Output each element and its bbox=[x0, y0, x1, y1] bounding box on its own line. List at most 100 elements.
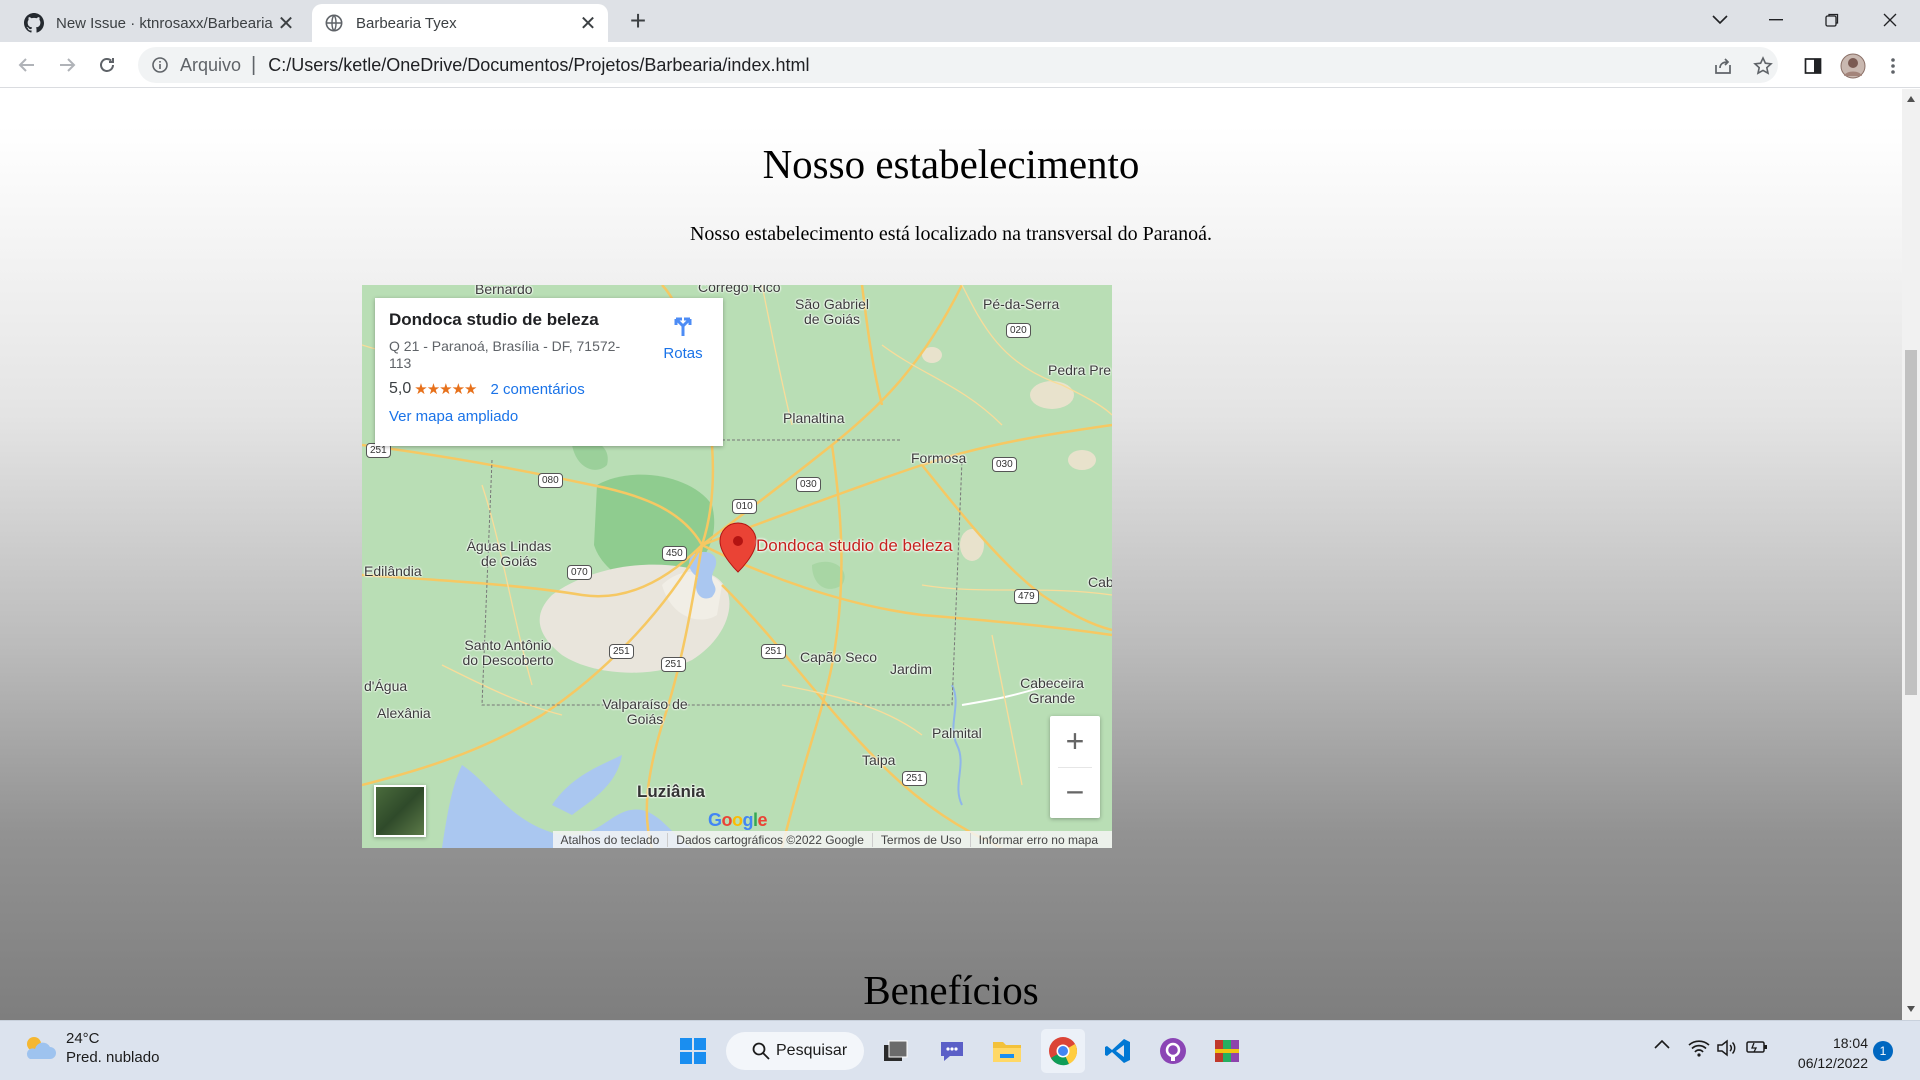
map-pin-label[interactable]: Dondoca studio de beleza bbox=[756, 536, 953, 556]
task-view-icon[interactable] bbox=[874, 1029, 918, 1073]
road-shield: 020 bbox=[1006, 323, 1031, 338]
map-place-label: Santo Antônio do Descoberto bbox=[462, 637, 554, 668]
benefits-heading: Benefícios bbox=[863, 967, 1039, 1013]
map-place-label: Alexânia bbox=[377, 705, 431, 721]
side-panel-icon[interactable] bbox=[1800, 53, 1826, 79]
road-shield: 251 bbox=[761, 644, 786, 659]
directions-label: Rotas bbox=[663, 345, 703, 362]
scrollbar-thumb[interactable] bbox=[1905, 350, 1917, 695]
road-shield: 251 bbox=[609, 644, 634, 659]
search-icon bbox=[752, 1042, 770, 1060]
search-label: Pesquisar bbox=[776, 1042, 848, 1059]
scroll-up-arrow-icon[interactable] bbox=[1905, 93, 1917, 105]
map-place-label: Cab bbox=[1088, 574, 1112, 590]
zoom-control: + − bbox=[1050, 716, 1100, 818]
road-shield: 450 bbox=[662, 546, 687, 561]
map-data-attribution: Dados cartográficos ©2022 Google bbox=[667, 832, 872, 847]
road-shield: 251 bbox=[661, 657, 686, 672]
windows-taskbar: 24°C Pred. nublado Pesquisar 18:04 06/12… bbox=[0, 1020, 1920, 1080]
close-tab-icon[interactable]: ✕ bbox=[576, 11, 600, 35]
road-shield: 030 bbox=[992, 457, 1017, 472]
map-place-label: Valparaíso de Goiás bbox=[602, 696, 688, 727]
zoom-out-button[interactable]: − bbox=[1050, 767, 1100, 818]
weather-temperature: 24°C bbox=[66, 1030, 100, 1047]
new-tab-button[interactable]: + bbox=[624, 7, 652, 36]
bookmark-star-icon[interactable] bbox=[1750, 53, 1776, 79]
show-hidden-icons-chevron-icon[interactable] bbox=[1654, 1039, 1670, 1049]
establishment-text: Nosso estabelecimento está localizado na… bbox=[689, 223, 1213, 245]
scroll-down-arrow-icon[interactable] bbox=[1905, 1003, 1917, 1015]
road-shield: 251 bbox=[902, 771, 927, 786]
keyboard-shortcuts-link[interactable]: Atalhos do teclado bbox=[553, 833, 668, 847]
embedded-map[interactable]: Bernardo Córrego Rico São Gabriel de Goi… bbox=[362, 285, 1112, 848]
url-text[interactable]: C:/Users/ketle/OneDrive/Documentos/Proje… bbox=[268, 55, 809, 76]
map-place-label: Taipa bbox=[862, 752, 896, 768]
tab-title: Barbearia Tyex bbox=[356, 14, 457, 32]
url-separator: | bbox=[251, 53, 257, 76]
map-place-label: Córrego Rico bbox=[698, 285, 781, 295]
forward-arrow-icon[interactable] bbox=[52, 50, 82, 80]
restore-button[interactable] bbox=[1804, 0, 1860, 40]
battery-icon[interactable] bbox=[1746, 1039, 1768, 1055]
github-icon bbox=[24, 13, 44, 33]
map-place-label: Jardim bbox=[890, 661, 933, 677]
back-arrow-icon[interactable] bbox=[12, 50, 42, 80]
road-shield: 030 bbox=[796, 477, 821, 492]
chrome-icon[interactable] bbox=[1041, 1029, 1085, 1073]
map-place-label: Palmital bbox=[932, 725, 982, 741]
share-icon[interactable] bbox=[1710, 53, 1736, 79]
map-place-label: d'Água bbox=[364, 678, 408, 694]
url-scheme-label: Arquivo bbox=[180, 54, 242, 75]
file-explorer-icon[interactable] bbox=[985, 1029, 1029, 1073]
report-error-link[interactable]: Informar erro no mapa bbox=[969, 832, 1106, 847]
system-clock[interactable]: 18:04 06/12/2022 bbox=[1786, 1033, 1868, 1073]
directions-icon bbox=[674, 317, 692, 336]
browser-toolbar: Arquivo | C:/Users/ketle/OneDrive/Docume… bbox=[0, 42, 1920, 88]
tab-strip: New Issue · ktnrosaxx/Barbearia ✕ Barbea… bbox=[0, 0, 1920, 42]
map-place-label: Edilândia bbox=[364, 563, 422, 579]
start-button[interactable] bbox=[671, 1029, 715, 1073]
map-place-label: São Gabriel de Goiás bbox=[795, 296, 869, 327]
terms-link[interactable]: Termos de Uso bbox=[871, 832, 970, 847]
wifi-icon[interactable] bbox=[1688, 1039, 1710, 1057]
github-desktop-icon[interactable] bbox=[1151, 1029, 1195, 1073]
map-footer: Atalhos do teclado Dados cartográficos ©… bbox=[552, 831, 1112, 848]
place-info-card: Dondoca studio de beleza Q 21 - Paranoá,… bbox=[375, 298, 723, 446]
info-icon[interactable] bbox=[150, 55, 170, 75]
reviews-link[interactable]: 2 comentários bbox=[491, 381, 585, 398]
tab-barbearia[interactable]: Barbearia Tyex ✕ bbox=[312, 4, 608, 42]
star-rating-icon: ★★★★★ bbox=[414, 381, 477, 398]
road-shield: 080 bbox=[538, 473, 563, 488]
satellite-view-toggle[interactable] bbox=[374, 785, 426, 837]
taskbar-search[interactable]: Pesquisar bbox=[726, 1032, 864, 1070]
google-logo: Google bbox=[708, 810, 768, 830]
clock-time: 18:04 bbox=[1832, 1035, 1868, 1051]
volume-icon[interactable] bbox=[1716, 1039, 1738, 1057]
zoom-in-button[interactable]: + bbox=[1050, 716, 1100, 767]
directions-button[interactable]: Rotas bbox=[657, 312, 709, 362]
clock-date: 06/12/2022 bbox=[1797, 1055, 1868, 1071]
place-rating: 5,0 ★★★★★ 2 comentários bbox=[389, 380, 709, 398]
chat-icon[interactable] bbox=[930, 1029, 974, 1073]
place-address: Q 21 - Paranoá, Brasília - DF, 71572-113 bbox=[389, 338, 621, 371]
tab-search-chevron-icon[interactable] bbox=[1692, 0, 1748, 40]
close-window-button[interactable] bbox=[1862, 0, 1918, 40]
tab-title: New Issue · ktnrosaxx/Barbearia bbox=[56, 14, 273, 32]
road-shield: 070 bbox=[567, 565, 592, 580]
minimize-button[interactable] bbox=[1748, 0, 1804, 40]
reload-icon[interactable] bbox=[92, 50, 122, 80]
profile-avatar[interactable] bbox=[1840, 53, 1866, 79]
vscode-icon[interactable] bbox=[1096, 1029, 1140, 1073]
globe-icon bbox=[324, 13, 344, 33]
map-place-label: Águas Lindas de Goiás bbox=[466, 538, 552, 569]
close-tab-icon[interactable]: ✕ bbox=[274, 11, 298, 35]
map-place-label: Pé-da-Serra bbox=[983, 296, 1060, 312]
notification-badge[interactable]: 1 bbox=[1873, 1041, 1893, 1061]
weather-widget[interactable]: 24°C Pred. nublado bbox=[22, 1029, 159, 1067]
more-menu-icon[interactable] bbox=[1880, 53, 1906, 79]
tab-new-issue[interactable]: New Issue · ktnrosaxx/Barbearia ✕ bbox=[14, 4, 306, 42]
address-bar[interactable]: Arquivo | C:/Users/ketle/OneDrive/Docume… bbox=[138, 47, 1778, 83]
view-larger-map-link[interactable]: Ver mapa ampliado bbox=[389, 408, 709, 425]
rating-value: 5,0 bbox=[389, 380, 412, 397]
winrar-icon[interactable] bbox=[1205, 1029, 1249, 1073]
